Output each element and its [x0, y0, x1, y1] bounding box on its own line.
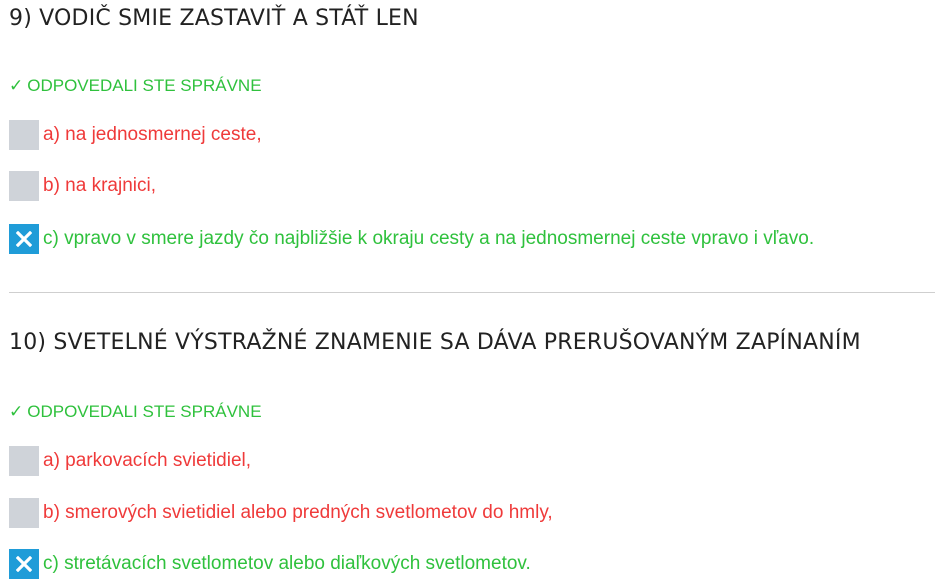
checkmark-icon: ✓ [9, 402, 24, 421]
checkbox-checked[interactable] [9, 549, 39, 579]
answer-label: c) vpravo v smere jazdy čo najbližšie k … [43, 228, 815, 249]
question-10-status: ✓ ODPOVEDALI STE SPRÁVNE [9, 402, 262, 422]
close-x-icon [16, 231, 32, 247]
question-divider [9, 292, 935, 293]
checkmark-icon: ✓ [9, 76, 24, 95]
question-9-title: 9) VODIČ SMIE ZASTAVIŤ A STÁŤ LEN [9, 6, 419, 31]
answer-label: b) smerových svietidiel alebo predných s… [43, 502, 553, 523]
question-10-answer-c[interactable]: c) stretávacích svetlometov alebo diaľko… [9, 549, 531, 579]
question-10-answer-b[interactable]: b) smerových svietidiel alebo predných s… [9, 498, 553, 528]
answer-label: a) parkovacích svietidiel, [43, 450, 252, 471]
close-x-icon [16, 556, 32, 572]
status-text: ODPOVEDALI STE SPRÁVNE [27, 402, 262, 421]
checkbox-unchecked[interactable] [9, 446, 39, 476]
answer-label: a) na jednosmernej ceste, [43, 124, 262, 145]
question-10-answer-a[interactable]: a) parkovacích svietidiel, [9, 446, 251, 476]
answer-label: b) na krajnici, [43, 175, 156, 196]
checkbox-unchecked[interactable] [9, 171, 39, 201]
question-9-answer-c[interactable]: c) vpravo v smere jazdy čo najbližšie k … [9, 224, 814, 254]
question-9-status: ✓ ODPOVEDALI STE SPRÁVNE [9, 76, 262, 96]
answer-label: c) stretávacích svetlometov alebo diaľko… [43, 553, 531, 574]
status-text: ODPOVEDALI STE SPRÁVNE [27, 76, 262, 95]
checkbox-checked[interactable] [9, 224, 39, 254]
question-10-title: 10) SVETELNÉ VÝSTRAŽNÉ ZNAMENIE SA DÁVA … [9, 330, 861, 355]
checkbox-unchecked[interactable] [9, 498, 39, 528]
question-9-answer-b[interactable]: b) na krajnici, [9, 171, 156, 201]
checkbox-unchecked[interactable] [9, 120, 39, 150]
question-9-answer-a[interactable]: a) na jednosmernej ceste, [9, 120, 262, 150]
